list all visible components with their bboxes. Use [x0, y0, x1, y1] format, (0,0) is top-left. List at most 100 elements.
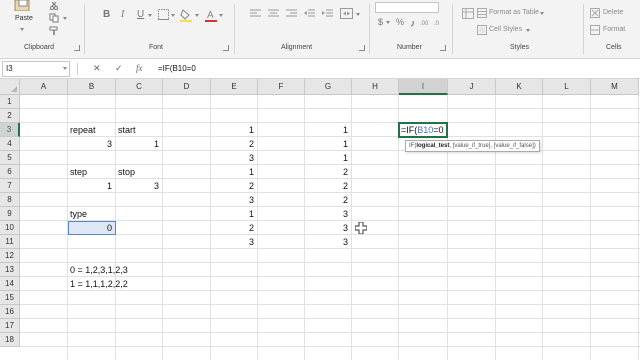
- row-header-1[interactable]: 1: [0, 95, 20, 109]
- merge-center-icon[interactable]: [340, 8, 353, 19]
- align-center-icon[interactable]: [268, 9, 279, 18]
- fill-color-icon[interactable]: [180, 8, 192, 22]
- align-left-icon[interactable]: [250, 9, 261, 18]
- row-header-5[interactable]: 5: [0, 151, 20, 165]
- cell-g3[interactable]: 1: [305, 123, 348, 137]
- column-header-g[interactable]: G: [305, 79, 352, 95]
- cell-g9[interactable]: 3: [305, 207, 348, 221]
- number-format-dropdown[interactable]: [375, 2, 439, 13]
- cell-b7[interactable]: 1: [68, 179, 112, 193]
- cell-e4[interactable]: 2: [211, 137, 254, 151]
- tooltip-active-argument[interactable]: logical_test: [416, 143, 449, 149]
- font-launcher-icon[interactable]: [223, 45, 229, 51]
- row-header-18[interactable]: 18: [0, 333, 20, 347]
- column-header-e[interactable]: E: [211, 79, 258, 95]
- increase-indent-icon[interactable]: [322, 9, 333, 18]
- format-as-table-dropdown-icon[interactable]: [540, 11, 545, 16]
- paste-button[interactable]: Paste: [4, 0, 42, 40]
- row-header-13[interactable]: 13: [0, 263, 20, 277]
- decrease-decimal-icon[interactable]: .0: [434, 17, 446, 26]
- align-right-icon[interactable]: [286, 9, 297, 18]
- merge-dropdown-icon[interactable]: [356, 12, 361, 17]
- cell-g11[interactable]: 3: [305, 235, 348, 249]
- number-launcher-icon[interactable]: [440, 45, 446, 51]
- bold-button[interactable]: B: [103, 10, 110, 20]
- increase-decimal-icon[interactable]: .00: [420, 17, 432, 26]
- format-painter-icon[interactable]: [49, 26, 59, 36]
- currency-format-button[interactable]: $: [378, 17, 383, 27]
- name-box-dropdown-icon[interactable]: [63, 66, 68, 71]
- clipboard-launcher-icon[interactable]: [74, 45, 80, 51]
- cut-icon[interactable]: [49, 2, 59, 10]
- cell-c6[interactable]: stop: [118, 165, 135, 179]
- cell-e11[interactable]: 3: [211, 235, 254, 249]
- cell-b14[interactable]: 1 = 1,1,1,2,2,2: [70, 277, 128, 291]
- cell-b13[interactable]: 0 = 1,2,3,1,2,3: [70, 263, 128, 277]
- row-header-12[interactable]: 12: [0, 249, 20, 263]
- row-header-10[interactable]: 10: [0, 221, 20, 235]
- borders-dropdown-icon[interactable]: [171, 13, 176, 18]
- column-header-l[interactable]: L: [543, 79, 591, 95]
- cell-g8[interactable]: 2: [305, 193, 348, 207]
- row-header-17[interactable]: 17: [0, 319, 20, 333]
- column-header-h[interactable]: H: [352, 79, 399, 95]
- cell-e8[interactable]: 3: [211, 193, 254, 207]
- cell-styles-button[interactable]: Cell Styles: [489, 26, 522, 33]
- cell-e6[interactable]: 1: [211, 165, 254, 179]
- row-header-16[interactable]: 16: [0, 305, 20, 319]
- column-header-m[interactable]: M: [591, 79, 639, 95]
- column-header-j[interactable]: J: [448, 79, 496, 95]
- alignment-launcher-icon[interactable]: [359, 45, 365, 51]
- row-header-15[interactable]: 15: [0, 291, 20, 305]
- row-header-14[interactable]: 14: [0, 277, 20, 291]
- conditional-formatting-icon[interactable]: [462, 8, 474, 19]
- cell-b10[interactable]: 0: [68, 221, 112, 235]
- cell-b9[interactable]: type: [70, 207, 87, 221]
- currency-dropdown-icon[interactable]: [386, 20, 391, 25]
- name-box[interactable]: I3: [2, 61, 70, 77]
- row-header-11[interactable]: 11: [0, 235, 20, 249]
- copy-icon[interactable]: [49, 13, 59, 23]
- cell-e7[interactable]: 2: [211, 179, 254, 193]
- percent-format-button[interactable]: %: [396, 17, 404, 27]
- column-header-f[interactable]: F: [258, 79, 305, 95]
- row-header-4[interactable]: 4: [0, 137, 20, 151]
- format-icon[interactable]: [590, 25, 600, 35]
- row-header-9[interactable]: 9: [0, 207, 20, 221]
- cell-g6[interactable]: 2: [305, 165, 348, 179]
- underline-dropdown-icon[interactable]: [148, 13, 153, 18]
- comma-style-icon[interactable]: [410, 17, 418, 27]
- cell-e3[interactable]: 1: [211, 123, 254, 137]
- italic-button[interactable]: I: [121, 10, 124, 20]
- format-button[interactable]: Format: [603, 26, 625, 33]
- cell-e5[interactable]: 3: [211, 151, 254, 165]
- font-color-dropdown-icon[interactable]: [219, 13, 224, 18]
- cell-g4[interactable]: 1: [305, 137, 348, 151]
- cell-b6[interactable]: step: [70, 165, 87, 179]
- cell-styles-dropdown-icon[interactable]: [526, 28, 531, 33]
- underline-button[interactable]: U: [137, 10, 144, 20]
- column-header-i[interactable]: I: [399, 79, 448, 95]
- select-all-button[interactable]: [0, 79, 20, 95]
- copy-dropdown-icon[interactable]: [63, 16, 68, 21]
- cell-b4[interactable]: 3: [68, 137, 112, 151]
- row-header-2[interactable]: 2: [0, 109, 20, 123]
- column-header-k[interactable]: K: [496, 79, 543, 95]
- row-header-7[interactable]: 7: [0, 179, 20, 193]
- enter-icon[interactable]: ✓: [115, 62, 123, 74]
- cell-e10[interactable]: 2: [211, 221, 254, 235]
- format-as-table-icon[interactable]: [477, 8, 487, 18]
- cell-e9[interactable]: 1: [211, 207, 254, 221]
- row-header-8[interactable]: 8: [0, 193, 20, 207]
- fill-color-dropdown-icon[interactable]: [195, 13, 200, 18]
- borders-icon[interactable]: [158, 9, 169, 20]
- cell-g10[interactable]: 3: [305, 221, 348, 235]
- delete-button[interactable]: Delete: [603, 9, 623, 16]
- formula-input[interactable]: =IF(B10=0: [158, 61, 196, 77]
- cell-c7[interactable]: 3: [116, 179, 159, 193]
- column-header-b[interactable]: B: [68, 79, 116, 95]
- spreadsheet-grid[interactable]: ABCDEFGHIJKLM 1 2 3 4 5 6 7 8 9 10 11 12 13 14 15 16 17 1…: [0, 79, 640, 360]
- format-as-table-button[interactable]: Format as Table: [489, 9, 539, 16]
- cell-b3[interactable]: repeat: [70, 123, 96, 137]
- cell-g5[interactable]: 1: [305, 151, 348, 165]
